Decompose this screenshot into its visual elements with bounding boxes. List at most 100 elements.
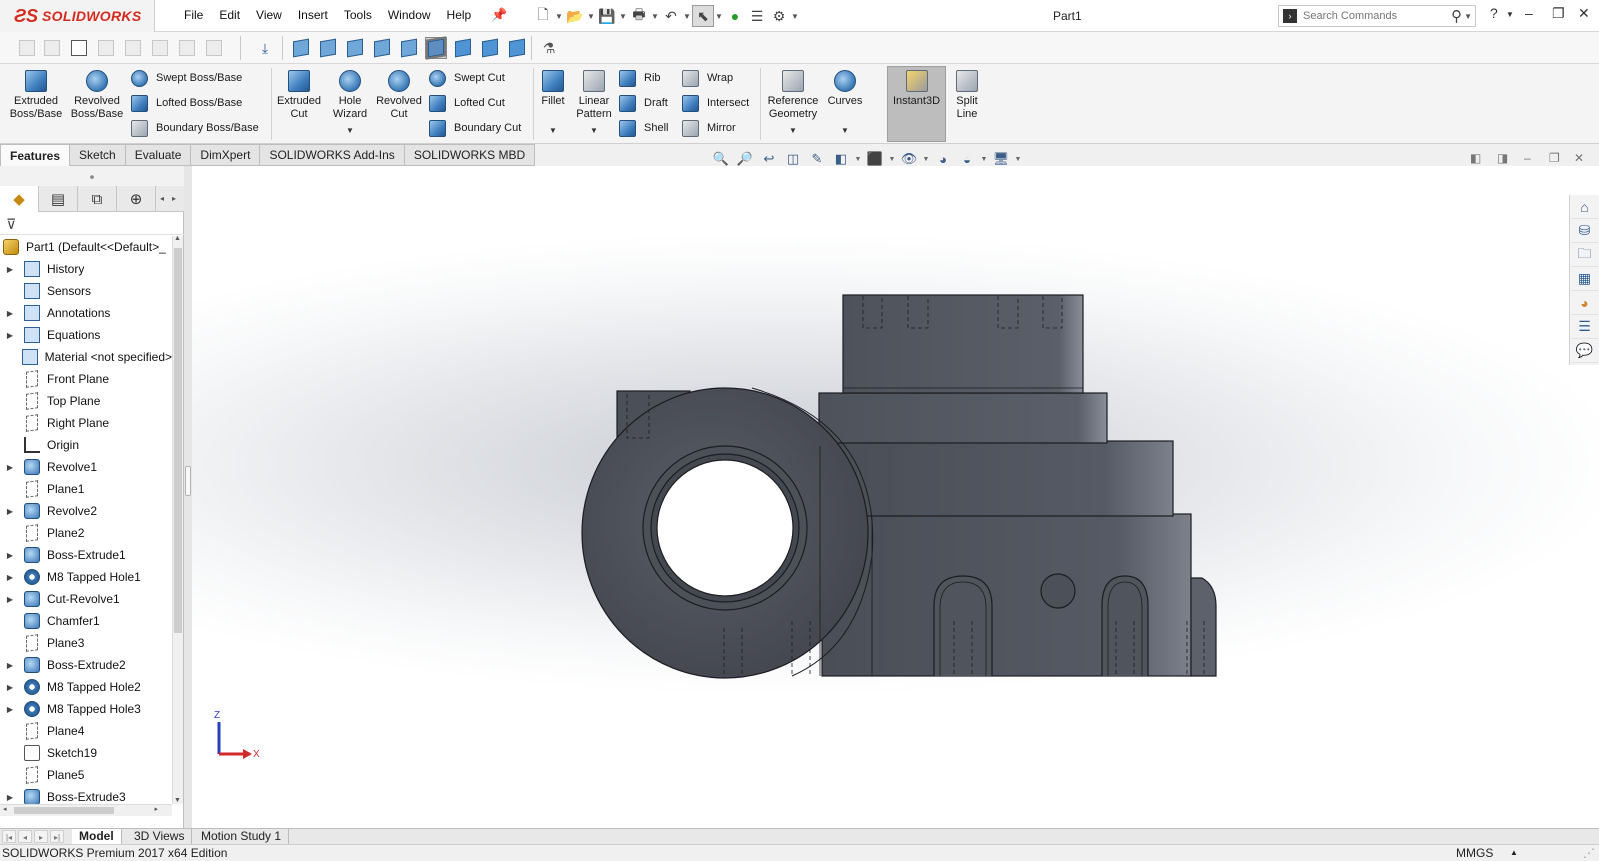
expand-arrow-icon[interactable]: ▶ bbox=[5, 463, 15, 472]
viewport-next-icon[interactable]: ◨ bbox=[1497, 151, 1508, 165]
view-palette-icon[interactable]: ▦ bbox=[1571, 267, 1598, 291]
split-line-button[interactable]: Split Line bbox=[950, 70, 984, 121]
tree-item[interactable]: Sketch19 bbox=[0, 742, 172, 764]
chevron-down-icon[interactable]: ▼ bbox=[682, 12, 692, 21]
chevron-down-icon[interactable]: ▼ bbox=[790, 12, 800, 21]
tree-item[interactable]: Material <not specified> bbox=[0, 346, 172, 368]
tree-item[interactable]: ▶ Equations bbox=[0, 324, 172, 346]
tab-evaluate[interactable]: Evaluate bbox=[125, 144, 192, 166]
rib-button[interactable]: Rib bbox=[619, 68, 661, 88]
appearances-scenes-icon[interactable]: ◕ bbox=[1571, 291, 1598, 315]
draft-button[interactable]: Draft bbox=[619, 93, 668, 113]
tree-item[interactable]: ▶ M8 Tapped Hole3 bbox=[0, 698, 172, 720]
tree-vertical-scrollbar[interactable]: ▲ ▼ bbox=[172, 235, 183, 804]
panel-grip[interactable]: ⦁ bbox=[0, 166, 184, 186]
expand-arrow-icon[interactable]: ▶ bbox=[5, 331, 15, 340]
view-left-icon[interactable] bbox=[344, 37, 366, 59]
chevron-down-icon[interactable]: ▼ bbox=[650, 12, 660, 21]
instant3d-button[interactable]: Instant3D bbox=[887, 70, 946, 108]
tree-item[interactable]: ▶ Boss-Extrude3 bbox=[0, 786, 172, 804]
view-isometric-icon[interactable] bbox=[452, 37, 474, 59]
expand-arrow-icon[interactable]: ▶ bbox=[5, 683, 15, 692]
filter-icon[interactable]: ⊽ bbox=[6, 216, 16, 233]
view-back-icon[interactable] bbox=[317, 37, 339, 59]
chevron-down-icon[interactable]: ▼ bbox=[888, 156, 896, 163]
chevron-down-icon[interactable]: ▼ bbox=[618, 12, 628, 21]
last-tab-icon[interactable]: ▸| bbox=[50, 830, 64, 843]
tree-item[interactable]: ▶ Annotations bbox=[0, 302, 172, 324]
expand-arrow-icon[interactable]: ▶ bbox=[5, 705, 15, 714]
tab-dimxpert[interactable]: DimXpert bbox=[191, 144, 261, 166]
tree-item[interactable]: Plane3 bbox=[0, 632, 172, 654]
select-cursor-icon[interactable]: ⬉ bbox=[692, 5, 714, 27]
tree-filter[interactable]: ⊽ bbox=[0, 213, 184, 235]
extruded-boss-base-button[interactable]: Extruded Boss/Base bbox=[10, 70, 62, 121]
boundary-cut-button[interactable]: Boundary Cut bbox=[429, 118, 521, 138]
display-style-icon[interactable]: ⬛ bbox=[864, 149, 886, 169]
section-view-icon[interactable]: ◫ bbox=[782, 149, 804, 169]
curves-button[interactable]: Curves bbox=[826, 70, 864, 108]
normal-to-icon[interactable]: ⤓ bbox=[254, 37, 276, 59]
tree-item[interactable]: ▶ History bbox=[0, 258, 172, 280]
part-body[interactable] bbox=[581, 294, 1217, 679]
save-icon[interactable]: 💾 bbox=[596, 5, 618, 27]
menu-window[interactable]: Window bbox=[380, 8, 439, 22]
file-properties-icon[interactable]: ☰ bbox=[746, 5, 768, 27]
hole-wizard-button[interactable]: Hole Wizard bbox=[330, 70, 370, 121]
lofted-cut-button[interactable]: Lofted Cut bbox=[429, 93, 505, 113]
fillet-button[interactable]: Fillet bbox=[537, 70, 569, 108]
graphics-area[interactable]: Z X bbox=[192, 166, 1599, 828]
swept-cut-button[interactable]: Swept Cut bbox=[429, 68, 505, 88]
expand-arrow-icon[interactable]: ▶ bbox=[5, 595, 15, 604]
zoom-to-area-icon[interactable]: 🔎 bbox=[734, 149, 756, 169]
chevron-down-icon[interactable]: ▼ bbox=[841, 126, 849, 135]
chevron-up-icon[interactable]: ▲ bbox=[1510, 845, 1518, 861]
tree-item[interactable]: Plane5 bbox=[0, 764, 172, 786]
measure-icon[interactable]: ⚗ bbox=[538, 37, 560, 59]
solidworks-resources-icon[interactable]: ⌂ bbox=[1571, 195, 1598, 219]
panel-splitter[interactable] bbox=[184, 166, 192, 828]
feature-manager-tab-icon[interactable]: ◆ bbox=[0, 186, 39, 212]
scroll-right-icon[interactable]: ▸ bbox=[154, 805, 158, 813]
menu-edit[interactable]: Edit bbox=[211, 8, 248, 22]
minimize-icon[interactable]: – bbox=[1525, 5, 1533, 21]
restore-icon[interactable]: ❐ bbox=[1552, 5, 1565, 22]
shell-button[interactable]: Shell bbox=[619, 118, 668, 138]
model-view[interactable]: Z X bbox=[192, 166, 1599, 828]
chevron-down-icon[interactable]: ▼ bbox=[714, 12, 724, 21]
chevron-right-icon[interactable]: ▸ bbox=[172, 194, 176, 203]
open-folder-icon[interactable]: 📂 bbox=[564, 5, 586, 27]
view-bottom-icon[interactable] bbox=[425, 36, 447, 60]
wrap-button[interactable]: Wrap bbox=[682, 68, 733, 88]
linear-pattern-button[interactable]: Linear Pattern bbox=[573, 70, 615, 121]
first-tab-icon[interactable]: |◂ bbox=[2, 830, 16, 843]
view-dimetric-icon[interactable] bbox=[506, 37, 528, 59]
view-top-icon[interactable] bbox=[398, 37, 420, 59]
revolved-cut-button[interactable]: Revolved Cut bbox=[374, 70, 424, 121]
lofted-boss-base-button[interactable]: Lofted Boss/Base bbox=[131, 93, 242, 113]
search-input[interactable] bbox=[1303, 10, 1433, 22]
chevron-down-icon[interactable]: ▼ bbox=[922, 156, 930, 163]
menu-file[interactable]: File bbox=[176, 8, 211, 22]
chevron-down-icon[interactable]: ▼ bbox=[590, 126, 598, 135]
tab-solidworks-add-ins[interactable]: SOLIDWORKS Add-Ins bbox=[260, 144, 405, 166]
tree-item[interactable]: Plane4 bbox=[0, 720, 172, 742]
view-settings-icon[interactable]: 🖥 bbox=[990, 149, 1012, 169]
chevron-down-icon[interactable]: ▼ bbox=[549, 126, 557, 135]
tree-item[interactable]: ▶ Revolve1 bbox=[0, 456, 172, 478]
apply-scene-icon[interactable]: ◒ bbox=[956, 149, 978, 169]
intersect-button[interactable]: Intersect bbox=[682, 93, 749, 113]
tree-item[interactable]: ▶ Revolve2 bbox=[0, 500, 172, 522]
chevron-down-icon[interactable]: ▼ bbox=[1014, 156, 1022, 163]
revolved-boss-base-button[interactable]: Revolved Boss/Base bbox=[70, 70, 124, 121]
tree-root-part1[interactable]: Part1 (Default<<Default>_ bbox=[0, 236, 172, 258]
expand-arrow-icon[interactable]: ▶ bbox=[5, 265, 15, 274]
scroll-thumb[interactable] bbox=[14, 807, 114, 814]
edit-appearance-icon[interactable]: ◕ bbox=[932, 149, 954, 169]
next-tab-icon[interactable]: ▸ bbox=[34, 830, 48, 843]
scroll-thumb[interactable] bbox=[174, 248, 182, 633]
property-manager-tab-icon[interactable]: ▤ bbox=[39, 186, 78, 212]
custom-properties-icon[interactable]: ☰ bbox=[1571, 315, 1598, 339]
hide-show-items-icon[interactable]: 👁 bbox=[898, 149, 920, 169]
chevron-down-icon[interactable]: ▼ bbox=[1506, 10, 1514, 19]
